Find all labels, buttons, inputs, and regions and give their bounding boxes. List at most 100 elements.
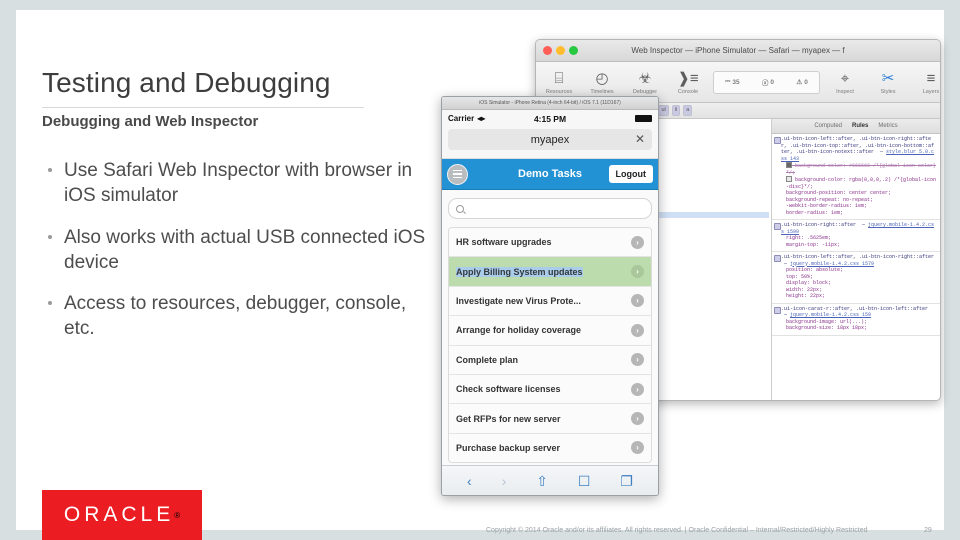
footer-copyright: Copyright © 2014 Oracle and/or its affil…	[486, 527, 868, 534]
toolbar-item-styles[interactable]: ✂ Styles	[871, 70, 905, 95]
toolbar-item-resources[interactable]: ⌸ Resources	[542, 70, 576, 95]
table-row[interactable]: Complete plan ›	[449, 345, 651, 375]
css-property[interactable]: background-color: #666666 /*{global-icon…	[781, 162, 937, 176]
minimize-window-icon[interactable]	[556, 46, 565, 55]
chevron-right-icon[interactable]: ›	[631, 412, 644, 426]
warning-count-value: 0	[804, 78, 808, 86]
close-window-icon[interactable]	[543, 46, 552, 55]
toolbar-label: Inspect	[836, 88, 854, 95]
toolbar-item-debugger[interactable]: ☣ Debugger	[628, 70, 662, 95]
tabs-icon[interactable]: ❐	[620, 474, 633, 488]
table-row[interactable]: Arrange for holiday coverage ›	[449, 316, 651, 346]
safari-bottom-toolbar: ‹ › ⇧ ☐ ❐	[442, 465, 658, 495]
table-row[interactable]: Apply Billing System updates ›	[449, 257, 651, 287]
inspect-icon: ⌖	[840, 69, 850, 87]
chevron-right-icon[interactable]: ›	[631, 441, 644, 455]
css-rule-block[interactable]: .ui-btn-icon-left::after, .ui-btn-icon-r…	[772, 252, 940, 304]
task-label: Purchase backup server	[456, 442, 561, 453]
window-traffic-lights[interactable]	[543, 46, 578, 55]
share-icon[interactable]: ⇧	[536, 474, 548, 488]
warning-count-icon: ⚠	[796, 79, 803, 86]
search-input[interactable]	[448, 198, 652, 219]
toolbar-item-inspect[interactable]: ⌖ Inspect	[828, 70, 862, 95]
zoom-window-icon[interactable]	[569, 46, 578, 55]
bullet-list: Use Safari Web Inspector with browser in…	[42, 158, 442, 358]
rule-toggle-icon[interactable]	[774, 255, 781, 262]
tab-computed[interactable]: Computed	[814, 123, 842, 129]
list-item: Use Safari Web Inspector with browser in…	[42, 158, 442, 209]
css-selector: .ui-btn-icon-left::after, .ui-btn-icon-r…	[781, 136, 935, 162]
inspector-titlebar[interactable]: Web Inspector — iPhone Simulator — Safar…	[536, 40, 940, 62]
resource-counter: ⎓ 35	[725, 78, 739, 86]
chevron-right-icon[interactable]: ›	[631, 323, 644, 337]
resources-icon: ⌸	[554, 69, 564, 87]
toolbar-label: Styles	[880, 88, 896, 95]
inspector-nav-group: ⌸ Resources ◴ Timelines ☣ Debugger ❱≡ Co…	[542, 70, 705, 95]
styles-icon: ✂	[881, 69, 895, 87]
table-row[interactable]: Check software licenses ›	[449, 374, 651, 405]
page-number: 29	[924, 527, 932, 534]
logout-button[interactable]: Logout	[608, 165, 653, 183]
console-icon: ❱≡	[677, 69, 699, 87]
resource-count-icon: ⎓	[725, 78, 731, 85]
css-property[interactable]: background-size: 18px 18px;	[781, 325, 937, 332]
warning-counter: ⚠ 0	[796, 78, 808, 87]
table-row[interactable]: Get RFPs for new server ›	[449, 404, 651, 434]
css-selector: .ui-btn-icon-right::after — jquery.mobil…	[781, 222, 935, 235]
css-property-text: background-color: rgba(0,0,0,.2) /*{glob…	[786, 177, 937, 190]
table-row[interactable]: Purchase backup server ›	[449, 433, 651, 463]
color-swatch-icon	[786, 162, 792, 168]
rule-toggle-icon[interactable]	[774, 306, 781, 314]
css-rule-block[interactable]: .ui-icon-carat-r::after, .ui-btn-icon-le…	[772, 304, 940, 336]
ios-simulator-window: iOS Simulator - iPhone Retina (4-inch 64…	[441, 96, 659, 496]
toolbar-item-layers[interactable]: ≡ Layers	[914, 70, 940, 95]
breadcrumb-item[interactable]: ul	[658, 105, 669, 116]
css-source-link[interactable]: jquery.mobile-1.4.2.css 159	[790, 312, 871, 318]
styles-pane: Computed Rules Metrics .ui-btn-icon-left…	[772, 119, 940, 400]
bookmarks-icon[interactable]: ☐	[578, 474, 591, 488]
chevron-right-icon[interactable]: ›	[631, 353, 644, 367]
task-label: Get RFPs for new server	[456, 413, 561, 424]
tab-rules[interactable]: Rules	[852, 123, 868, 129]
table-row[interactable]: Investigate new Virus Prote... ›	[449, 286, 651, 317]
rule-toggle-icon[interactable]	[774, 223, 781, 230]
css-property[interactable]: margin-top: -11px;	[781, 242, 937, 249]
breadcrumb-item[interactable]: li	[671, 105, 681, 116]
timelines-icon: ◴	[595, 69, 609, 87]
css-source-link[interactable]: jquery.mobile-1.4.2.css 1579	[790, 261, 874, 267]
toolbar-label: Timelines	[590, 88, 614, 95]
chevron-right-icon[interactable]: ›	[631, 294, 644, 308]
debugger-icon: ☣	[638, 69, 652, 87]
chevron-right-icon[interactable]: ›	[631, 235, 644, 249]
task-label: Apply Billing System updates	[456, 266, 583, 277]
task-label: Arrange for holiday coverage	[456, 325, 582, 336]
chevron-right-icon[interactable]: ›	[631, 382, 644, 396]
close-icon[interactable]: ✕	[635, 132, 645, 147]
simulator-window-title: iOS Simulator - iPhone Retina (4-inch 64…	[442, 97, 658, 110]
title-divider	[42, 107, 364, 108]
css-rule-block[interactable]: .ui-btn-icon-left::after, .ui-btn-icon-r…	[772, 134, 940, 220]
toolbar-label: Console	[677, 88, 699, 95]
tab-metrics[interactable]: Metrics	[878, 123, 897, 129]
css-property[interactable]: border-radius: 1em;	[781, 210, 937, 217]
toolbar-label: Resources	[545, 88, 573, 95]
oracle-logo: ORACLE ®	[42, 490, 202, 540]
task-label: Check software licenses	[456, 384, 561, 395]
toolbar-item-console[interactable]: ❱≡ Console	[671, 70, 705, 95]
inspector-counters: ⎓ 35 ⓧ 0 ⚠ 0	[713, 70, 820, 94]
table-row[interactable]: HR software upgrades ›	[449, 228, 651, 258]
chevron-right-icon[interactable]: ›	[631, 265, 644, 279]
toolbar-item-timelines[interactable]: ◴ Timelines	[585, 70, 619, 95]
url-input[interactable]: myapex ✕	[448, 129, 652, 150]
css-property[interactable]: background-color: rgba(0,0,0,.2) /*{glob…	[781, 176, 937, 190]
css-property[interactable]: height: 22px;	[781, 293, 937, 300]
css-selector-text: .ui-btn-icon-left::after, .ui-btn-icon-r…	[781, 254, 935, 260]
breadcrumb-item[interactable]: a	[683, 105, 693, 116]
toolbar-label: Layers	[922, 88, 940, 95]
css-rule-block[interactable]: .ui-btn-icon-right::after — jquery.mobil…	[772, 220, 940, 252]
error-count-icon: ⓧ	[761, 80, 769, 87]
back-icon[interactable]: ‹	[467, 474, 472, 488]
forward-icon[interactable]: ›	[502, 474, 507, 488]
task-label: HR software upgrades	[456, 237, 552, 248]
rule-toggle-icon[interactable]	[774, 137, 781, 144]
